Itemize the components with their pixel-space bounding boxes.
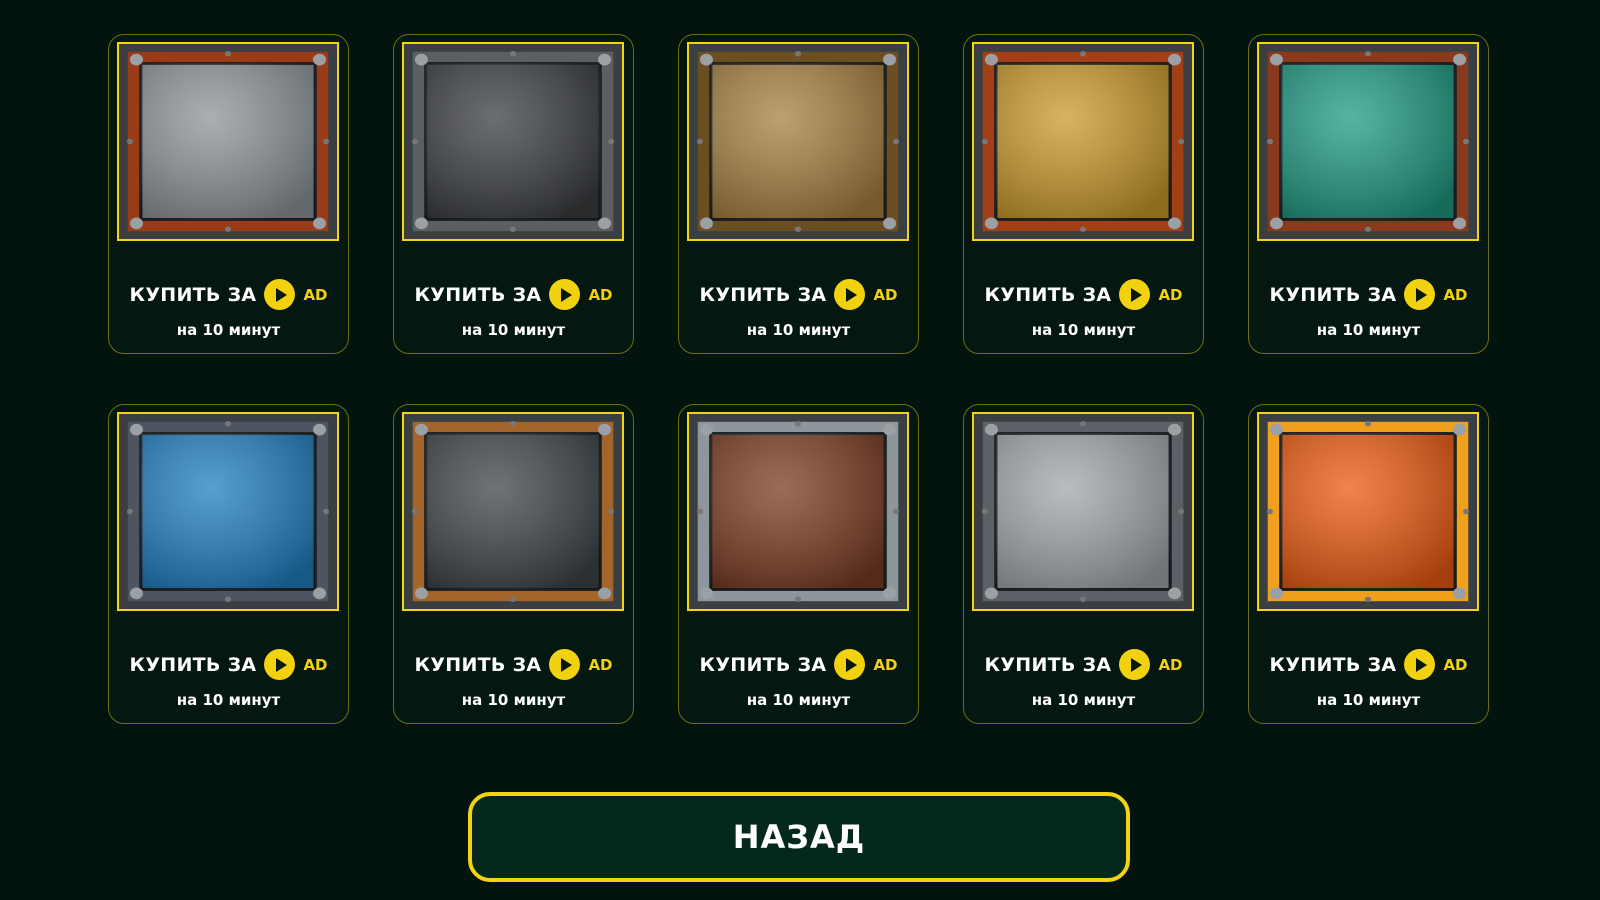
buy-label: КУПИТЬ ЗА (1269, 283, 1397, 306)
buy-label: КУПИТЬ ЗА (414, 653, 542, 676)
buy-row[interactable]: КУПИТЬ ЗА AD (394, 279, 633, 310)
skin-card-teal-plate[interactable]: КУПИТЬ ЗА AD на 10 минут (1248, 34, 1489, 354)
metal-plate-icon[interactable] (402, 412, 624, 611)
metal-plate-icon[interactable] (972, 412, 1194, 611)
ad-label: AD (1443, 285, 1468, 304)
play-ad-icon (1404, 649, 1436, 680)
play-ad-icon (549, 279, 581, 310)
skin-card-barred-rust-plate[interactable]: КУПИТЬ ЗА AD на 10 минут (678, 404, 919, 724)
buy-row[interactable]: КУПИТЬ ЗА AD (964, 279, 1203, 310)
buy-label: КУПИТЬ ЗА (984, 283, 1112, 306)
skin-card-silver-cone-plate[interactable]: КУПИТЬ ЗА AD на 10 минут (963, 404, 1204, 724)
metal-plate-icon[interactable] (972, 42, 1194, 241)
skin-card-blue-plate[interactable]: КУПИТЬ ЗА AD на 10 минут (108, 404, 349, 724)
duration-label: на 10 минут (746, 691, 851, 709)
duration-label: на 10 минут (1031, 321, 1136, 339)
ad-label: AD (588, 655, 613, 674)
buy-label: КУПИТЬ ЗА (984, 653, 1112, 676)
play-ad-icon (264, 649, 296, 680)
buy-row[interactable]: КУПИТЬ ЗА AD (679, 649, 918, 680)
ad-label: AD (873, 285, 898, 304)
duration-label: на 10 минут (176, 321, 281, 339)
play-ad-icon (1119, 649, 1151, 680)
play-ad-icon (1404, 279, 1436, 310)
buy-row[interactable]: КУПИТЬ ЗА AD (1249, 279, 1488, 310)
buy-label: КУПИТЬ ЗА (699, 283, 827, 306)
buy-label: КУПИТЬ ЗА (129, 653, 257, 676)
metal-plate-icon[interactable] (117, 412, 339, 611)
ad-label: AD (1158, 285, 1183, 304)
metal-plate-icon[interactable] (402, 42, 624, 241)
metal-plate-icon[interactable] (687, 412, 909, 611)
metal-plate-icon[interactable] (117, 42, 339, 241)
duration-label: на 10 минут (746, 321, 851, 339)
buy-row[interactable]: КУПИТЬ ЗА AD (394, 649, 633, 680)
buy-row[interactable]: КУПИТЬ ЗА AD (1249, 649, 1488, 680)
duration-label: на 10 минут (1316, 321, 1421, 339)
ad-label: AD (1443, 655, 1468, 674)
ad-label: AD (873, 655, 898, 674)
duration-label: на 10 минут (461, 691, 566, 709)
buy-row[interactable]: КУПИТЬ ЗА AD (964, 649, 1203, 680)
buy-label: КУПИТЬ ЗА (129, 283, 257, 306)
metal-plate-icon[interactable] (1257, 412, 1479, 611)
ad-label: AD (303, 655, 328, 674)
skin-card-rusty-steel-plate[interactable]: КУПИТЬ ЗА AD на 10 минут (108, 34, 349, 354)
buy-label: КУПИТЬ ЗА (1269, 653, 1397, 676)
metal-plate-icon[interactable] (1257, 42, 1479, 241)
play-ad-icon (549, 649, 581, 680)
play-ad-icon (834, 649, 866, 680)
buy-label: КУПИТЬ ЗА (699, 653, 827, 676)
buy-row[interactable]: КУПИТЬ ЗА AD (109, 279, 348, 310)
duration-label: на 10 минут (1316, 691, 1421, 709)
ad-label: AD (303, 285, 328, 304)
skin-card-gold-plate[interactable]: КУПИТЬ ЗА AD на 10 минут (963, 34, 1204, 354)
ad-label: AD (588, 285, 613, 304)
back-button[interactable]: НАЗАД (468, 792, 1130, 882)
duration-label: на 10 минут (1031, 691, 1136, 709)
metal-plate-icon[interactable] (687, 42, 909, 241)
buy-label: КУПИТЬ ЗА (414, 283, 542, 306)
skin-card-dark-steel-plate[interactable]: КУПИТЬ ЗА AD на 10 минут (393, 34, 634, 354)
play-ad-icon (834, 279, 866, 310)
duration-label: на 10 минут (176, 691, 281, 709)
buy-row[interactable]: КУПИТЬ ЗА AD (679, 279, 918, 310)
play-ad-icon (264, 279, 296, 310)
skin-card-ornate-bronze-plate[interactable]: КУПИТЬ ЗА AD на 10 минут (678, 34, 919, 354)
skin-card-crossed-swords-plate[interactable]: КУПИТЬ ЗА AD на 10 минут (393, 404, 634, 724)
skin-card-orange-plate[interactable]: КУПИТЬ ЗА AD на 10 минут (1248, 404, 1489, 724)
buy-row[interactable]: КУПИТЬ ЗА AD (109, 649, 348, 680)
duration-label: на 10 минут (461, 321, 566, 339)
play-ad-icon (1119, 279, 1151, 310)
ad-label: AD (1158, 655, 1183, 674)
skin-grid: КУПИТЬ ЗА AD на 10 минут КУПИТЬ ЗА AD на… (108, 34, 1489, 724)
